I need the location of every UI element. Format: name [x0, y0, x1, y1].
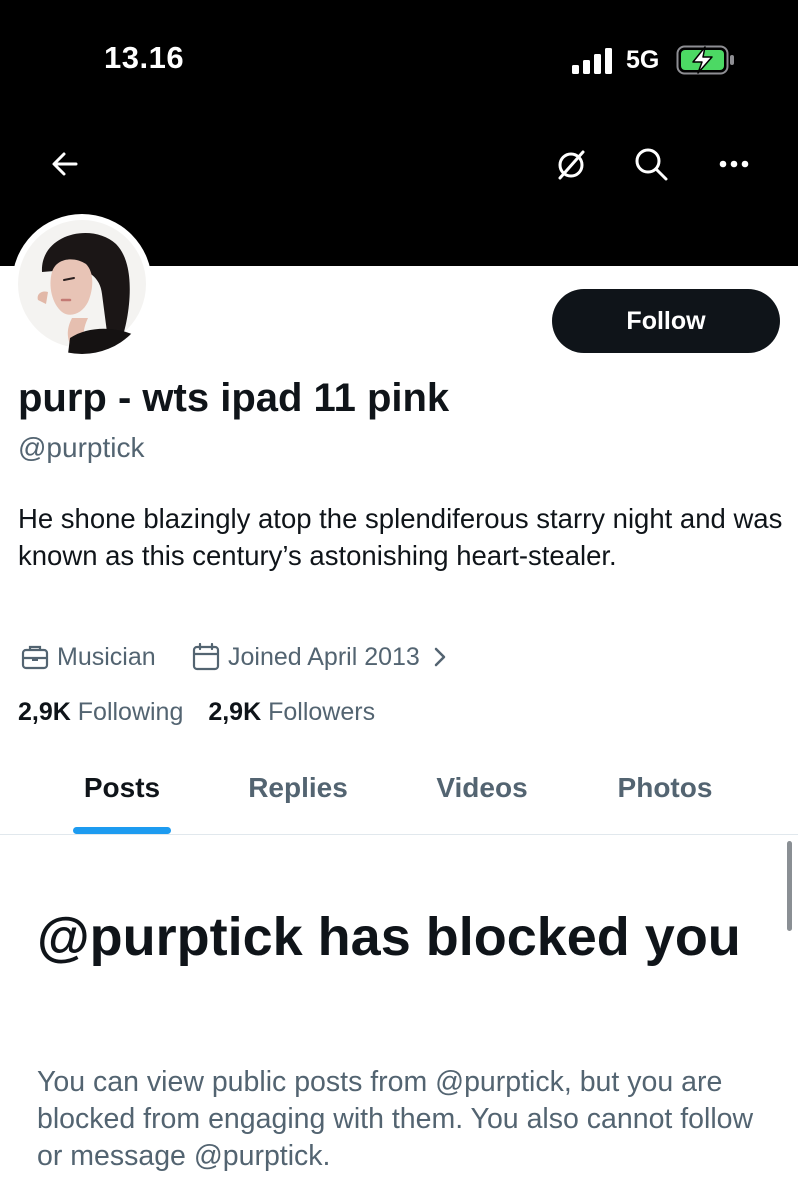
- followers-stat[interactable]: 2,9K Followers: [208, 698, 375, 726]
- more-button[interactable]: [712, 142, 756, 186]
- joined-label: Joined April 2013: [228, 642, 420, 671]
- signal-icon: [572, 48, 612, 74]
- active-tab-indicator: [73, 827, 171, 834]
- profile-handle: @purptick: [18, 432, 145, 463]
- tab-photos[interactable]: Photos: [600, 772, 730, 812]
- profile-category: Musician: [21, 640, 156, 674]
- tab-replies[interactable]: Replies: [233, 772, 363, 812]
- tab-posts[interactable]: Posts: [62, 772, 182, 812]
- profile-bio: He shone blazingly atop the splendiferou…: [18, 503, 783, 571]
- grok-button[interactable]: [549, 143, 593, 187]
- grok-icon: [558, 150, 585, 180]
- blocked-title: @purptick has blocked you: [37, 907, 741, 967]
- category-label: Musician: [57, 642, 156, 671]
- avatar-photo: [18, 220, 146, 354]
- battery-charging-icon: [676, 45, 734, 75]
- briefcase-icon: [21, 645, 49, 670]
- followers-label: Followers: [268, 698, 376, 726]
- back-button[interactable]: [43, 142, 87, 186]
- blocked-message: You can view public posts from @purptick…: [37, 1066, 754, 1172]
- following-stat[interactable]: 2,9K Following: [18, 698, 183, 726]
- follow-button[interactable]: Follow: [552, 289, 780, 353]
- tabs-divider: [0, 834, 798, 835]
- avatar[interactable]: [12, 214, 152, 354]
- calendar-icon: [192, 643, 220, 671]
- followers-count: 2,9K: [208, 698, 262, 726]
- follow-stats: 2,9K Following 2,9K Followers: [18, 698, 375, 727]
- tab-videos[interactable]: Videos: [417, 772, 547, 812]
- profile-name: purp - wts ipad 11 pink: [18, 376, 450, 420]
- search-button[interactable]: [629, 142, 673, 186]
- scrollbar[interactable]: [787, 841, 792, 931]
- following-count: 2,9K: [18, 698, 71, 726]
- network-label: 5G: [626, 46, 660, 74]
- search-icon: [635, 148, 668, 181]
- chevron-right-icon: [434, 647, 446, 667]
- more-icon: [719, 160, 749, 168]
- status-time: 13.16: [104, 40, 185, 75]
- back-arrow-icon: [52, 152, 78, 176]
- following-label: Following: [77, 698, 184, 726]
- joined-date[interactable]: Joined April 2013: [192, 640, 448, 674]
